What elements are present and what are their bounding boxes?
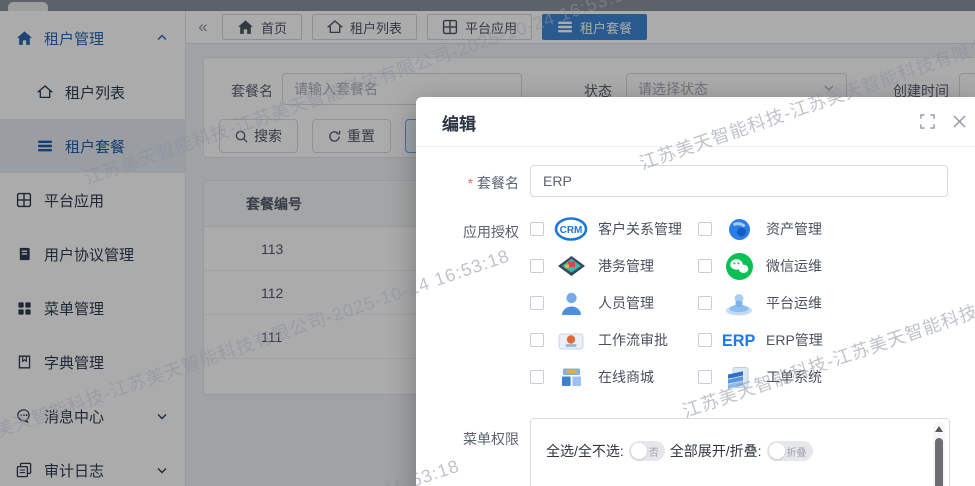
app-auth-label: 应用授权 — [449, 222, 519, 242]
workflow-icon — [553, 330, 589, 351]
app-auth-item: 资产管理 — [698, 215, 822, 243]
app-checkbox[interactable] — [698, 296, 712, 310]
dialog-title: 编辑 — [442, 110, 476, 135]
app-label: 在线商城 — [598, 367, 654, 387]
app-label: 微信运维 — [766, 256, 822, 276]
select-all-toggle[interactable]: 否 — [629, 441, 665, 461]
crm-icon: CRM — [553, 217, 589, 241]
app-label: 平台运维 — [766, 293, 822, 313]
dialog-header: 编辑 — [416, 97, 975, 147]
app-checkbox[interactable] — [530, 296, 544, 310]
person-icon — [553, 292, 589, 315]
select-all-toggle-state: 否 — [649, 444, 665, 459]
menu-perm-label: 菜单权限 — [449, 429, 519, 449]
toggle-knob — [769, 443, 785, 459]
select-all-label: 全选/全不选: — [546, 441, 624, 461]
scroll-up-icon[interactable] — [935, 426, 943, 432]
app-label: 港务管理 — [598, 256, 654, 276]
platform-icon — [721, 291, 757, 316]
app-label: 客户关系管理 — [598, 219, 682, 239]
app-auth-item: 微信运维 — [698, 252, 822, 280]
app-label: 工作流审批 — [598, 330, 668, 350]
app-checkbox[interactable] — [530, 333, 544, 347]
dialog-package-name-label: 套餐名 — [449, 173, 519, 193]
app-checkbox[interactable] — [698, 370, 712, 384]
shop-icon — [553, 367, 589, 388]
edit-dialog: 编辑 套餐名 应用授权 CRM 客户关系管理 资产管理港务管理 微信运维人员管理 平台运… — [416, 97, 975, 486]
app-label: 人员管理 — [598, 293, 654, 313]
close-icon[interactable] — [952, 114, 968, 130]
app-label: 资产管理 — [766, 219, 822, 239]
dialog-package-name-input[interactable] — [530, 165, 948, 197]
scrollbar-thumb[interactable] — [935, 438, 943, 486]
app-label: ERP管理 — [766, 330, 823, 350]
expand-all-toggle-state: 折叠 — [787, 444, 813, 459]
fullscreen-icon[interactable] — [920, 114, 936, 130]
app-auth-item: 在线商城 — [530, 363, 654, 391]
app-auth-item: 港务管理 — [530, 252, 654, 280]
app-auth-grid: CRM客户关系管理资产管理港务管理微信运维人员管理平台运维工作流审批ERPERP… — [530, 211, 970, 406]
app-root: 租户管理租户列表租户套餐平台应用用户协议管理菜单管理字典管理消息中心审计日志 «… — [0, 0, 975, 486]
app-checkbox[interactable] — [530, 259, 544, 273]
app-auth-item: 工作流审批 — [530, 326, 668, 354]
erp-icon: ERP — [721, 329, 757, 351]
expand-all-label: 全部展开/折叠: — [670, 441, 762, 461]
app-checkbox[interactable] — [698, 333, 712, 347]
menu-perm-scrollbar[interactable] — [933, 422, 945, 486]
menu-perm-box: 全选/全不选: 否 全部展开/折叠: 折叠 — [530, 418, 950, 486]
app-auth-item: 工单系统 — [698, 363, 822, 391]
app-auth-item: 平台运维 — [698, 289, 822, 317]
app-label: 工单系统 — [766, 367, 822, 387]
app-auth-item: 人员管理 — [530, 289, 654, 317]
app-checkbox[interactable] — [530, 222, 544, 236]
wechat-icon — [721, 253, 757, 280]
toggle-knob — [631, 443, 647, 459]
app-auth-item: ERP ERP管理 — [698, 326, 823, 354]
app-checkbox[interactable] — [698, 222, 712, 236]
svg-text:CRM: CRM — [560, 225, 583, 236]
port-icon — [553, 256, 589, 276]
menu-perm-controls: 全选/全不选: 否 全部展开/折叠: 折叠 — [546, 441, 813, 461]
app-checkbox[interactable] — [698, 259, 712, 273]
expand-all-toggle[interactable]: 折叠 — [767, 441, 813, 461]
asset-icon — [721, 218, 757, 241]
svg-text:ERP: ERP — [722, 332, 756, 350]
workorder-icon — [721, 366, 757, 389]
app-checkbox[interactable] — [530, 370, 544, 384]
app-auth-item: CRM 客户关系管理 — [530, 215, 682, 243]
